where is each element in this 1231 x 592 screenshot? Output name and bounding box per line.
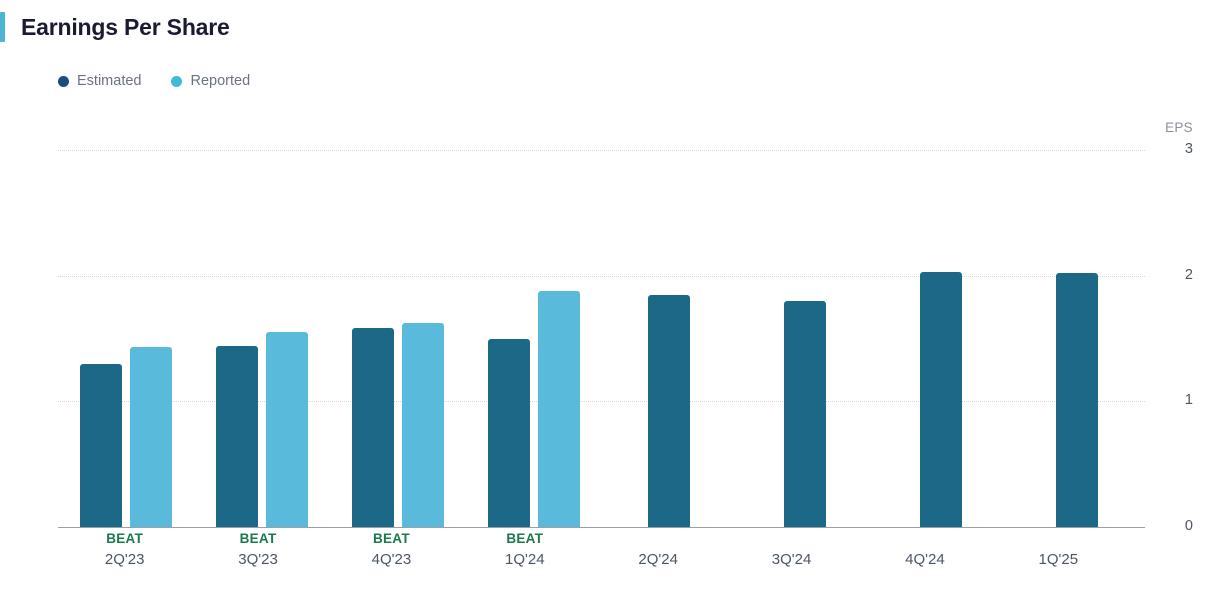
bar-reported-3Q23[interactable] — [265, 332, 308, 527]
bar-estimated-4Q23[interactable] — [351, 328, 394, 527]
x-axis-tick-label: 4Q'23 — [371, 551, 412, 568]
x-axis-tick-label: 3Q'24 — [771, 551, 812, 568]
bar-estimated-4Q24[interactable] — [920, 271, 963, 527]
status-badge-beat: BEAT — [239, 531, 277, 546]
bar-group — [873, 150, 1009, 527]
legend-dot-reported-icon — [171, 75, 183, 87]
bar-group — [602, 150, 738, 527]
legend-label-estimated: Estimated — [77, 73, 142, 89]
accent-bar — [0, 12, 5, 42]
bar-reported-2Q23[interactable] — [129, 347, 172, 527]
bar-estimated-3Q24[interactable] — [784, 300, 827, 527]
x-axis-label-group: BEAT2Q'24 — [592, 530, 725, 570]
bar-estimated-2Q23[interactable] — [79, 363, 122, 527]
y-axis-tick-label: 1 — [1184, 392, 1193, 409]
x-axis-tick-label: 3Q'23 — [238, 551, 278, 568]
bar-reported-4Q23[interactable] — [401, 323, 444, 527]
bar-group — [1009, 150, 1145, 527]
y-axis-tick-label: 0 — [1184, 518, 1193, 534]
x-axis-tick-label: 4Q'24 — [905, 551, 945, 568]
x-axis-tick-label: 2Q'24 — [638, 551, 678, 568]
bar-estimated-1Q24[interactable] — [487, 338, 530, 527]
y-axis-unit-label: EPS — [1165, 120, 1193, 135]
x-axis-tick-label: 2Q'23 — [104, 551, 145, 568]
x-axis-label-group: BEAT 4Q'23 — [325, 530, 458, 570]
x-axis-label-group: BEAT3Q'24 — [725, 530, 858, 570]
bar-estimated-1Q25[interactable] — [1056, 273, 1099, 527]
plot-area: EPS 3 2 1 0 — [58, 120, 1193, 535]
bar-series-container — [58, 150, 1145, 527]
bar-group — [737, 150, 873, 527]
bar-estimated-3Q23[interactable] — [215, 346, 258, 527]
status-badge-beat: BEAT — [506, 531, 544, 546]
bar-group — [466, 150, 602, 527]
x-axis-label-group: BEAT4Q'24 — [858, 530, 991, 570]
legend-dot-estimated-icon — [58, 75, 69, 87]
x-axis-labels: BEAT2Q'23BEAT3Q'23BEAT4Q'23BEAT1Q'24BEAT… — [58, 530, 1125, 570]
bar-group — [330, 150, 466, 527]
earnings-per-share-chart-card: Earnings Per Share Estimated Reported EP… — [0, 0, 1231, 592]
chart-legend: Estimated Reported — [58, 73, 250, 89]
page-title: Earnings Per Share — [21, 13, 230, 40]
x-axis-label-group: BEAT 1Q'24 — [458, 530, 591, 570]
y-axis-tick-label: 3 — [1184, 141, 1193, 157]
bar-group — [58, 150, 194, 527]
bar-estimated-2Q24[interactable] — [648, 294, 691, 527]
status-badge-beat: BEAT — [106, 531, 144, 546]
bar-reported-1Q24[interactable] — [537, 290, 580, 527]
legend-item-estimated[interactable]: Estimated — [58, 73, 141, 89]
x-axis-tick-label: 1Q'24 — [505, 551, 545, 568]
x-axis-tick-label: 1Q'25 — [1038, 551, 1079, 568]
y-axis-tick-label: 2 — [1184, 266, 1193, 283]
x-axis-label-group: BEAT1Q'25 — [992, 530, 1125, 570]
x-axis-label-group: BEAT 2Q'23 — [58, 530, 191, 570]
legend-label-reported: Reported — [190, 73, 251, 89]
chart-header: Earnings Per Share — [0, 12, 230, 42]
x-axis-label-group: BEAT 3Q'23 — [191, 530, 324, 570]
bar-group — [194, 150, 330, 527]
status-badge-beat: BEAT — [372, 531, 410, 546]
legend-item-reported[interactable]: Reported — [171, 73, 250, 89]
axis-baseline — [58, 527, 1145, 528]
